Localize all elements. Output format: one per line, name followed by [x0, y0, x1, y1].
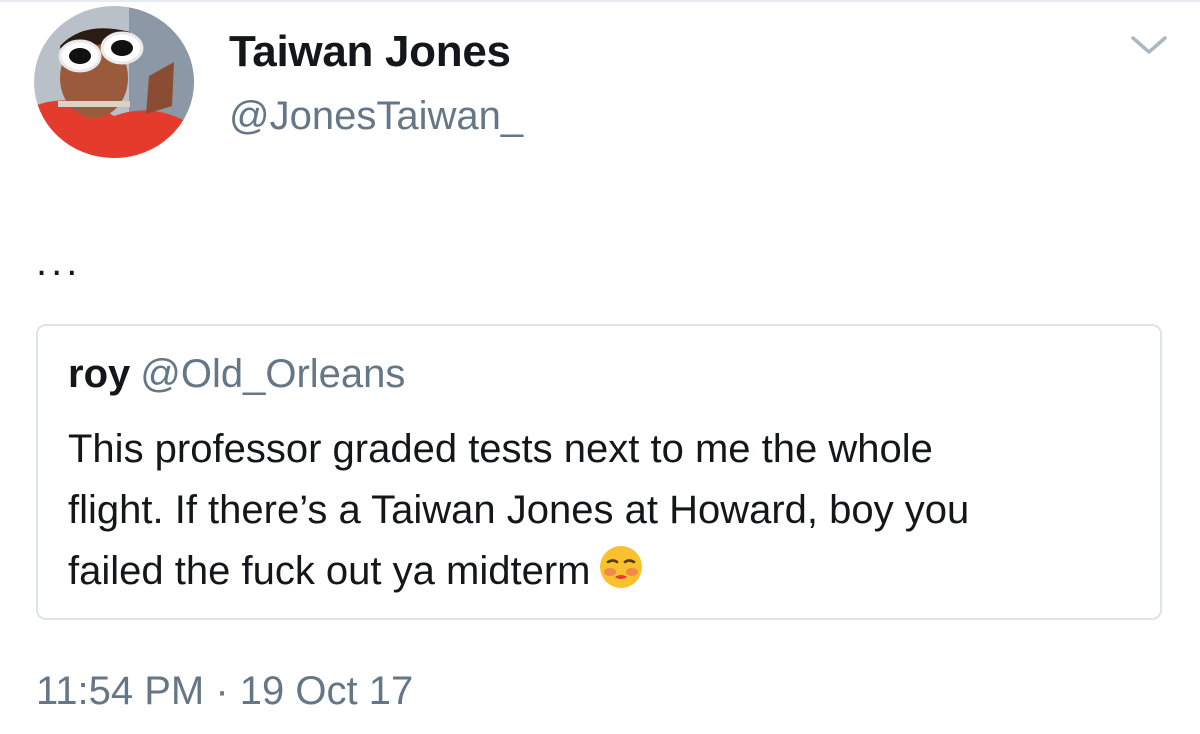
- quoted-tweet-header: roy @Old_Orleans: [68, 349, 405, 399]
- chevron-down-icon[interactable]: [1128, 30, 1170, 60]
- author-display-name[interactable]: Taiwan Jones: [229, 26, 511, 78]
- flushed-face-icon: [598, 544, 644, 590]
- tweet-text: ...: [36, 240, 82, 284]
- quoted-text-line-last: failed the fuck out ya midterm: [68, 541, 1138, 602]
- top-divider: [0, 0, 1200, 2]
- quoted-tweet-card[interactable]: roy @Old_Orleans This professor graded te…: [36, 324, 1162, 620]
- author-handle[interactable]: @JonesTaiwan_: [229, 92, 523, 140]
- avatar-image: [34, 6, 194, 158]
- quoted-tweet-text: This professor graded tests next to me t…: [68, 419, 1138, 602]
- quoted-author-name: roy: [68, 352, 131, 396]
- tweet-timestamp[interactable]: 11:54 PM · 19 Oct 17: [36, 666, 413, 716]
- avatar[interactable]: [34, 6, 194, 158]
- quoted-text-line: This professor graded tests next to me t…: [68, 427, 933, 471]
- quoted-text-line: flight. If there’s a Taiwan Jones at How…: [68, 488, 970, 532]
- quoted-author-handle: @Old_Orleans: [140, 352, 406, 396]
- quoted-text-line-content: failed the fuck out ya midterm: [68, 549, 591, 593]
